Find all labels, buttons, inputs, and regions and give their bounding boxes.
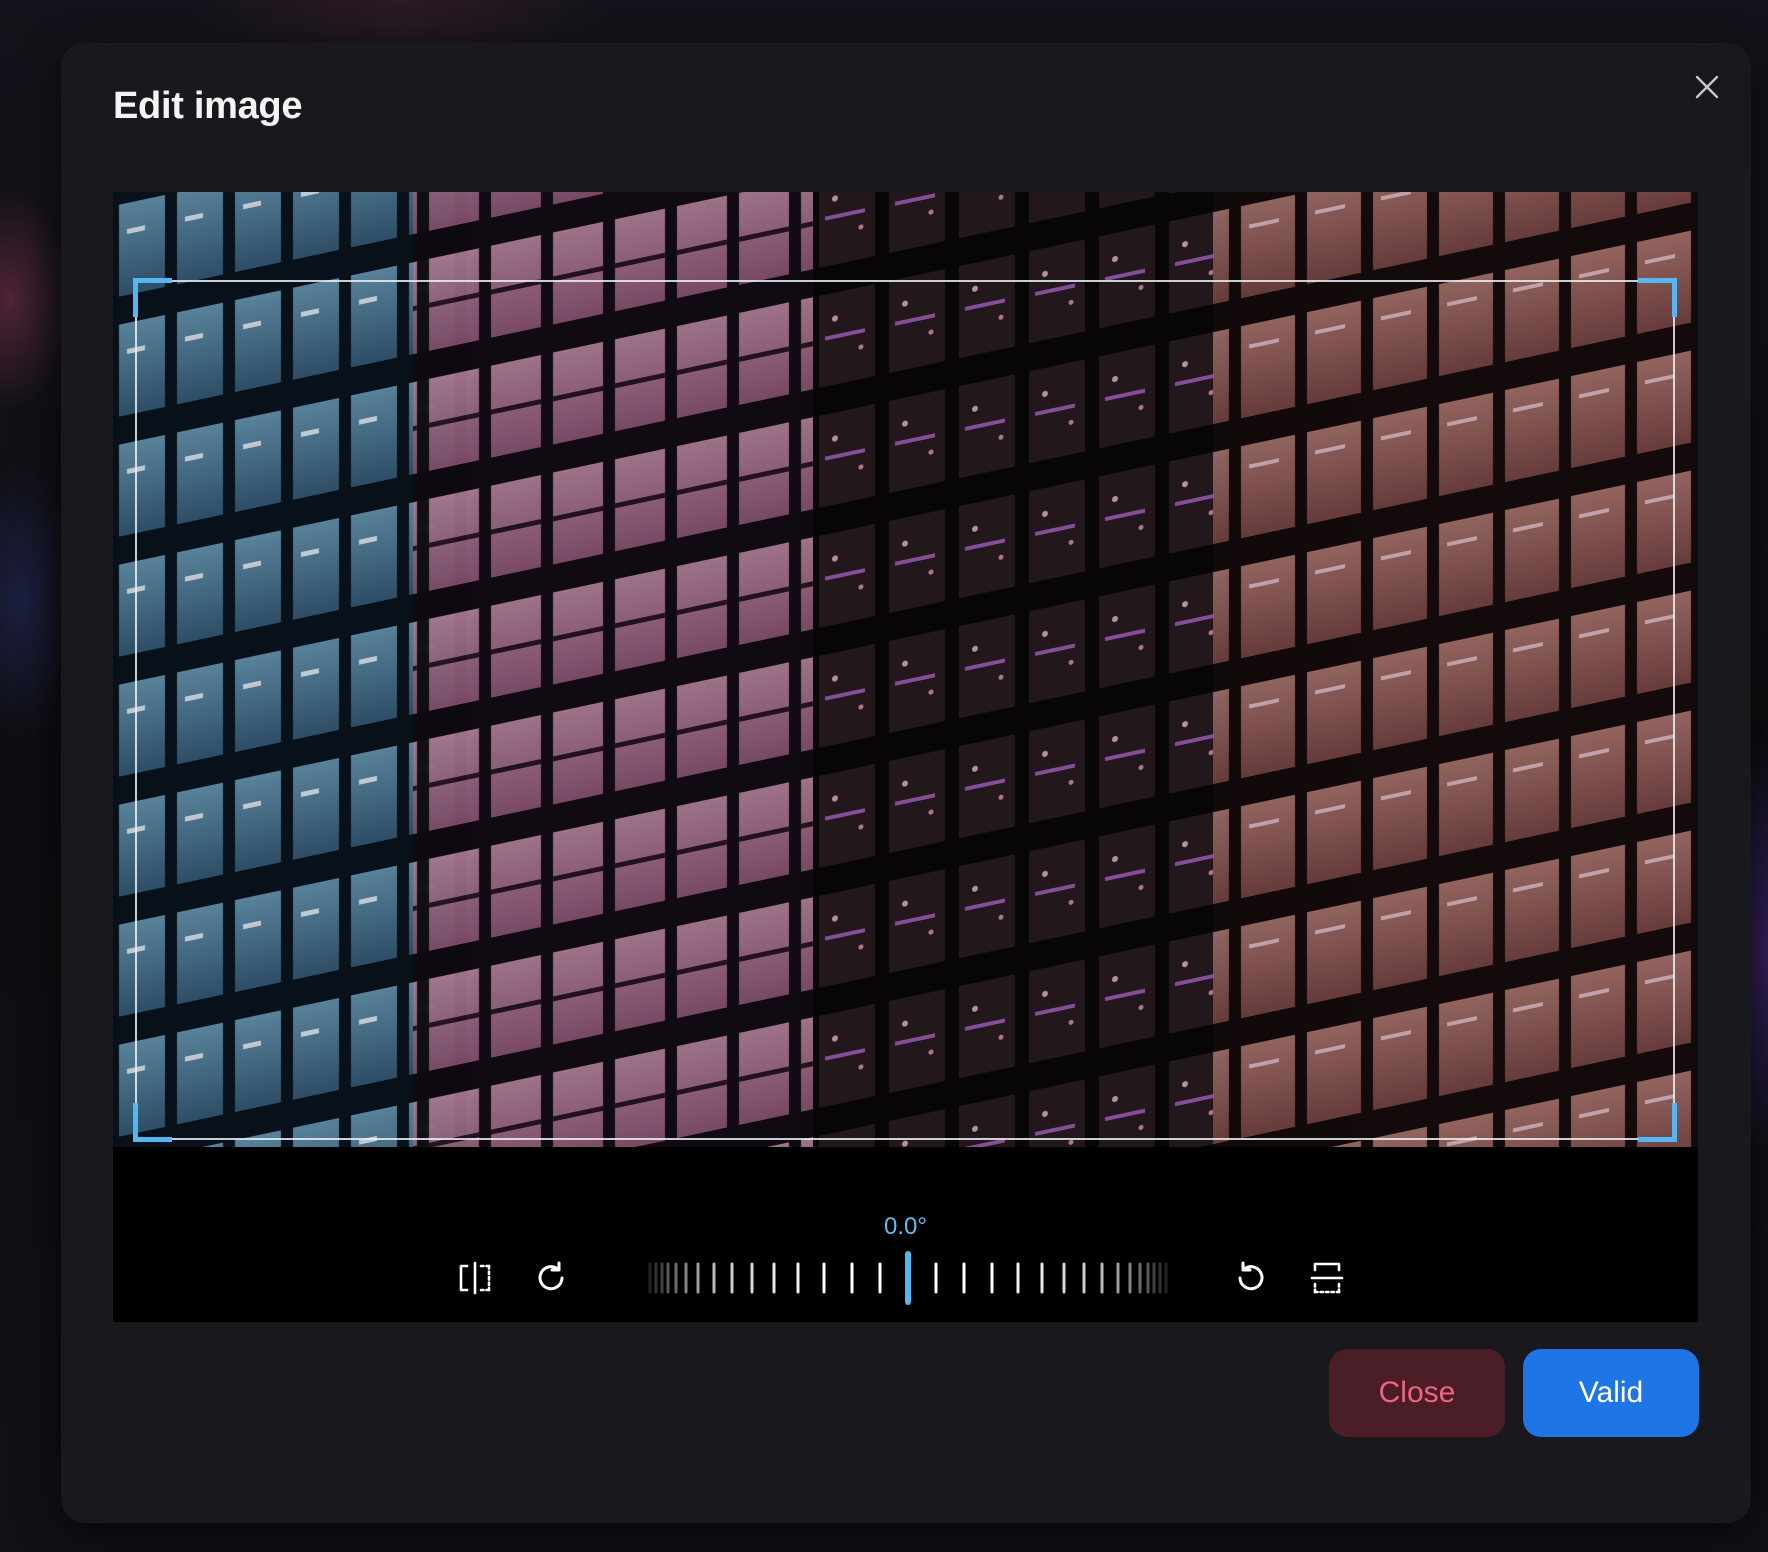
close-button[interactable]: Close [1329, 1349, 1505, 1437]
rotation-readout: 0.0° [884, 1213, 927, 1240]
rotation-ruler[interactable] [618, 1250, 1198, 1306]
image-editor: 0.0° [113, 192, 1698, 1322]
crop-handle-bottom-left[interactable] [133, 1103, 172, 1142]
rotate-clockwise-icon[interactable] [529, 1256, 573, 1300]
flip-vertical-icon[interactable] [1305, 1256, 1349, 1300]
crop-frame[interactable] [133, 278, 1677, 1142]
dialog-title: Edit image [113, 85, 303, 127]
rotate-counterclockwise-icon[interactable] [1229, 1256, 1273, 1300]
close-icon[interactable] [1689, 69, 1725, 105]
crop-handle-bottom-right[interactable] [1638, 1103, 1677, 1142]
edit-image-dialog: Edit image 0.0° Close Valid [61, 43, 1751, 1523]
dialog-actions: Close Valid [1329, 1349, 1699, 1437]
flip-horizontal-icon[interactable] [453, 1256, 497, 1300]
crop-handle-top-right[interactable] [1638, 278, 1677, 317]
crop-handle-top-left[interactable] [133, 278, 172, 317]
valid-button[interactable]: Valid [1523, 1349, 1699, 1437]
